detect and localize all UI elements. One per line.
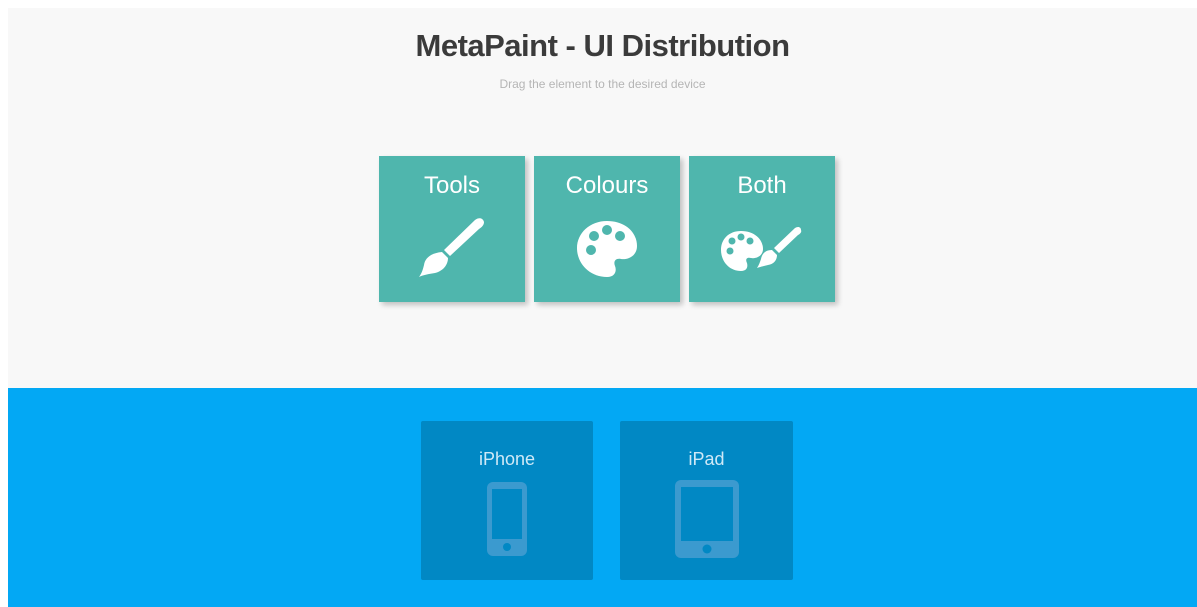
page-frame: MetaPaint - UI Distribution Drag the ele… <box>8 8 1197 607</box>
paint-brush-icon <box>379 214 525 284</box>
draggable-colours-tile[interactable]: Colours <box>534 156 680 302</box>
element-area: MetaPaint - UI Distribution Drag the ele… <box>8 8 1197 388</box>
tile-label-colours: Colours <box>565 172 649 199</box>
tile-label-tools: Tools <box>423 172 481 199</box>
page-subtitle: Drag the element to the desired device <box>499 77 706 91</box>
device-label-iphone: iPhone <box>478 449 536 469</box>
tablet-icon <box>620 477 793 561</box>
draggable-both-tile[interactable]: Both <box>689 156 835 302</box>
page-title: MetaPaint - UI Distribution <box>415 28 791 63</box>
device-label-ipad: iPad <box>688 449 725 469</box>
palette-icon <box>534 214 680 284</box>
tile-label-both: Both <box>737 172 787 199</box>
iphone-drop-target[interactable]: iPhone <box>421 421 593 580</box>
ipad-drop-target[interactable]: iPad <box>620 421 793 580</box>
smartphone-icon <box>421 477 593 561</box>
palette-and-brush-icon <box>689 214 835 284</box>
draggable-tools-tile[interactable]: Tools <box>379 156 525 302</box>
device-drop-area: iPhone iPad <box>8 388 1197 607</box>
